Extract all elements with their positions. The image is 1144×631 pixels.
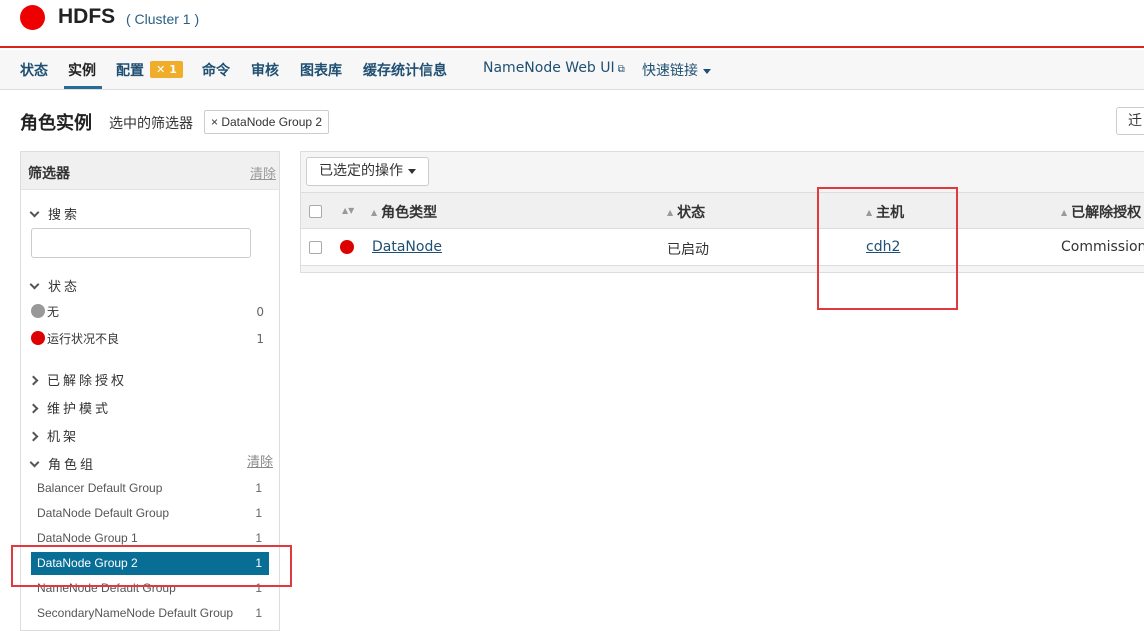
sidebar-title: 筛选器 — [28, 166, 70, 182]
table-row: DataNode 已启动 cdh2 Commissioned — [301, 229, 1144, 266]
tab-instances[interactable]: 实例 — [68, 60, 96, 80]
section-search[interactable]: 搜索 — [29, 204, 80, 223]
role-status: 已启动 — [667, 242, 709, 258]
table-header: ▲▼ ▲ 角色类型 ▲ 状态 ▲ 主机 ▲ 已解除授权 — [301, 192, 1144, 229]
role-group-item[interactable]: SecondaryNameNode Default Group 1 — [31, 602, 269, 625]
tab-cache-statistics[interactable]: 缓存统计信息 — [363, 60, 447, 80]
status-filter-bad-health[interactable]: 运行状况不良 1 — [31, 330, 271, 350]
commission-state: Commissioned — [1061, 239, 1144, 255]
page-title: 角色实例 — [20, 113, 92, 134]
tab-configuration[interactable]: 配置 — [116, 60, 144, 80]
section-status[interactable]: 状态 — [29, 276, 80, 295]
select-all-checkbox[interactable] — [309, 205, 322, 218]
caret-down-icon — [408, 168, 416, 174]
row-checkbox[interactable] — [309, 241, 322, 254]
migrate-button[interactable]: 迁 — [1116, 107, 1144, 135]
namenode-web-ui-link[interactable]: NameNode Web UI ⧉ — [483, 60, 625, 76]
role-type-link[interactable]: DataNode — [372, 239, 442, 255]
cluster-link[interactable]: ( Cluster 1 ) — [126, 11, 199, 27]
tab-audits[interactable]: 审核 — [251, 60, 279, 80]
quick-links-dropdown[interactable]: 快速链接 — [642, 60, 711, 80]
chevron-right-icon — [28, 431, 39, 442]
sort-icon[interactable]: ▲▼ — [342, 206, 354, 215]
caret-down-icon — [703, 68, 711, 74]
service-header: HDFS ( Cluster 1 ) — [0, 0, 1144, 48]
wrench-icon: ✕ — [156, 63, 170, 76]
service-nav: 状态 实例 配置 ✕ 1 命令 审核 图表库 缓存统计信息 NameNode W… — [0, 50, 1144, 90]
status-filter-none[interactable]: 无 0 — [31, 303, 271, 323]
annotation-group-highlight — [11, 545, 292, 587]
clear-all-filters-link[interactable]: 清除 — [250, 163, 276, 182]
gray-status-icon — [31, 304, 45, 318]
selected-filters-label: 选中的筛选器 — [109, 116, 193, 132]
section-maintenance-mode[interactable]: 维护模式 — [28, 398, 111, 417]
annotation-host-highlight — [817, 187, 958, 310]
chevron-down-icon — [29, 279, 40, 290]
sort-icon: ▲ — [667, 208, 674, 217]
health-bad-icon — [340, 240, 354, 254]
instances-panel: 已选定的操作 ▲▼ ▲ 角色类型 ▲ 状态 ▲ 主机 ▲ 已解除授权 DataNode … — [300, 151, 1144, 273]
filter-search-input[interactable] — [31, 228, 251, 258]
sort-icon: ▲ — [1061, 208, 1068, 217]
chevron-right-icon — [28, 403, 39, 414]
role-group-item[interactable]: Balancer Default Group 1 — [31, 477, 269, 500]
column-status[interactable]: ▲ 状态 — [667, 202, 705, 222]
chevron-down-icon — [29, 457, 40, 468]
role-group-item[interactable]: DataNode Default Group 1 — [31, 502, 269, 525]
column-decommissioned[interactable]: ▲ 已解除授权 — [1061, 202, 1141, 222]
external-link-icon: ⧉ — [617, 64, 625, 75]
clear-role-group-link[interactable]: 清除 — [247, 451, 273, 470]
filter-chip-datanode-group-2[interactable]: × DataNode Group 2 — [204, 110, 330, 134]
column-role-type[interactable]: ▲ 角色类型 — [371, 202, 437, 222]
chevron-right-icon — [28, 375, 39, 386]
section-decommissioned[interactable]: 已解除授权 — [28, 370, 127, 389]
config-issues-badge[interactable]: ✕ 1 — [150, 61, 183, 78]
sort-icon: ▲ — [371, 208, 378, 217]
health-status-icon — [20, 5, 45, 30]
sidebar-header: 筛选器 清除 — [21, 152, 279, 190]
active-tab-indicator — [64, 86, 102, 89]
tab-status[interactable]: 状态 — [20, 60, 48, 80]
tab-charts-library[interactable]: 图表库 — [300, 60, 342, 80]
red-status-icon — [31, 331, 45, 345]
service-title[interactable]: HDFS — [58, 5, 115, 29]
section-role-group[interactable]: 角色组 — [29, 454, 96, 473]
selected-actions-dropdown[interactable]: 已选定的操作 — [306, 157, 429, 186]
tab-commands[interactable]: 命令 — [202, 60, 230, 80]
chevron-down-icon — [29, 207, 40, 218]
section-rack[interactable]: 机架 — [28, 426, 79, 445]
